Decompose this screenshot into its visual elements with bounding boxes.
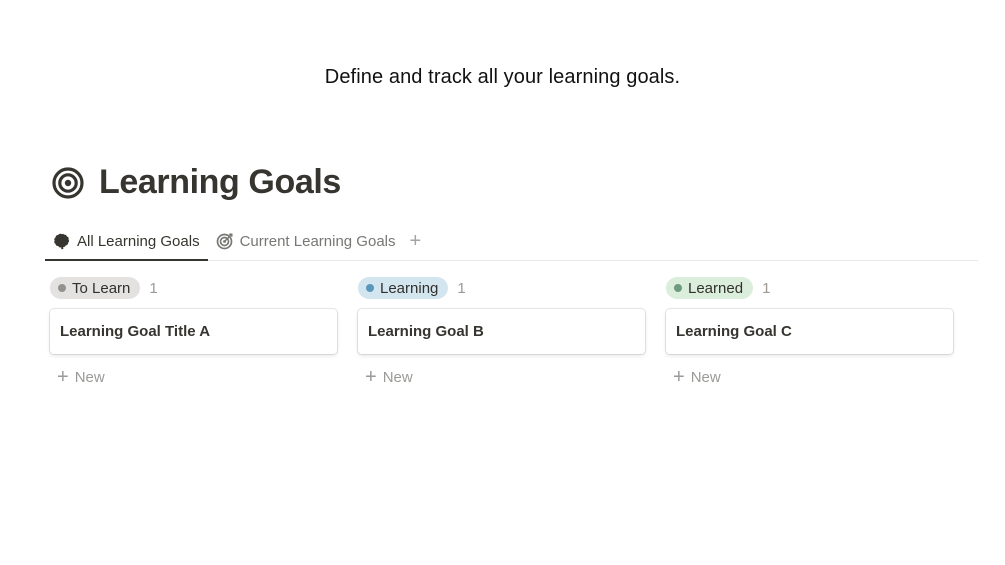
status-label: Learned [688, 279, 744, 297]
tab-current-learning-goals[interactable]: Current Learning Goals [208, 222, 404, 260]
column-header[interactable]: To Learn 1 [50, 276, 338, 300]
status-dot-icon [366, 284, 374, 292]
target-icon [52, 166, 84, 199]
target-icon [216, 233, 233, 250]
tab-label: Current Learning Goals [239, 232, 396, 250]
plus-icon: + [57, 366, 69, 388]
board-card[interactable]: Learning Goal B [358, 309, 645, 354]
add-view-button[interactable]: + [404, 222, 428, 260]
new-card-button[interactable]: + New [50, 365, 338, 389]
column-header[interactable]: Learned 1 [666, 276, 954, 300]
plus-icon: + [673, 366, 685, 388]
page-title: Learning Goals [99, 163, 341, 201]
status-dot-icon [674, 284, 682, 292]
board-card[interactable]: Learning Goal Title A [50, 309, 337, 354]
new-card-button[interactable]: + New [358, 365, 646, 389]
new-card-label: New [74, 368, 105, 386]
card-title: Learning Goal Title A [60, 323, 211, 340]
status-dot-icon [58, 284, 66, 292]
page: Define and track all your learning goals… [0, 0, 1005, 565]
tab-label: All Learning Goals [77, 232, 200, 250]
new-card-label: New [690, 368, 721, 386]
view-tabs: All Learning Goals Current Learning Goal… [45, 222, 978, 261]
page-tagline: Define and track all your learning goals… [324, 66, 681, 88]
page-header: Learning Goals [52, 163, 341, 202]
column-count: 1 [762, 279, 771, 297]
board-card[interactable]: Learning Goal C [666, 309, 953, 354]
column-count: 1 [149, 279, 158, 297]
new-card-label: New [382, 368, 413, 386]
status-badge: Learned [666, 277, 754, 299]
board-column-learning: Learning 1 Learning Goal B + New [358, 276, 646, 389]
board-column-learned: Learned 1 Learning Goal C + New [666, 276, 954, 389]
new-card-button[interactable]: + New [666, 365, 954, 389]
column-header[interactable]: Learning 1 [358, 276, 646, 300]
card-title: Learning Goal B [368, 323, 484, 340]
plus-icon: + [365, 366, 377, 388]
card-title: Learning Goal C [676, 323, 792, 340]
status-badge: To Learn [50, 277, 141, 299]
kanban-board: To Learn 1 Learning Goal Title A + New L… [50, 276, 974, 389]
status-badge: Learning [358, 277, 449, 299]
column-count: 1 [457, 279, 466, 297]
tab-all-learning-goals[interactable]: All Learning Goals [45, 222, 208, 261]
brain-icon [54, 233, 70, 250]
status-label: To Learn [72, 279, 131, 297]
status-label: Learning [380, 279, 439, 297]
board-column-to-learn: To Learn 1 Learning Goal Title A + New [50, 276, 338, 389]
plus-icon: + [409, 229, 422, 252]
